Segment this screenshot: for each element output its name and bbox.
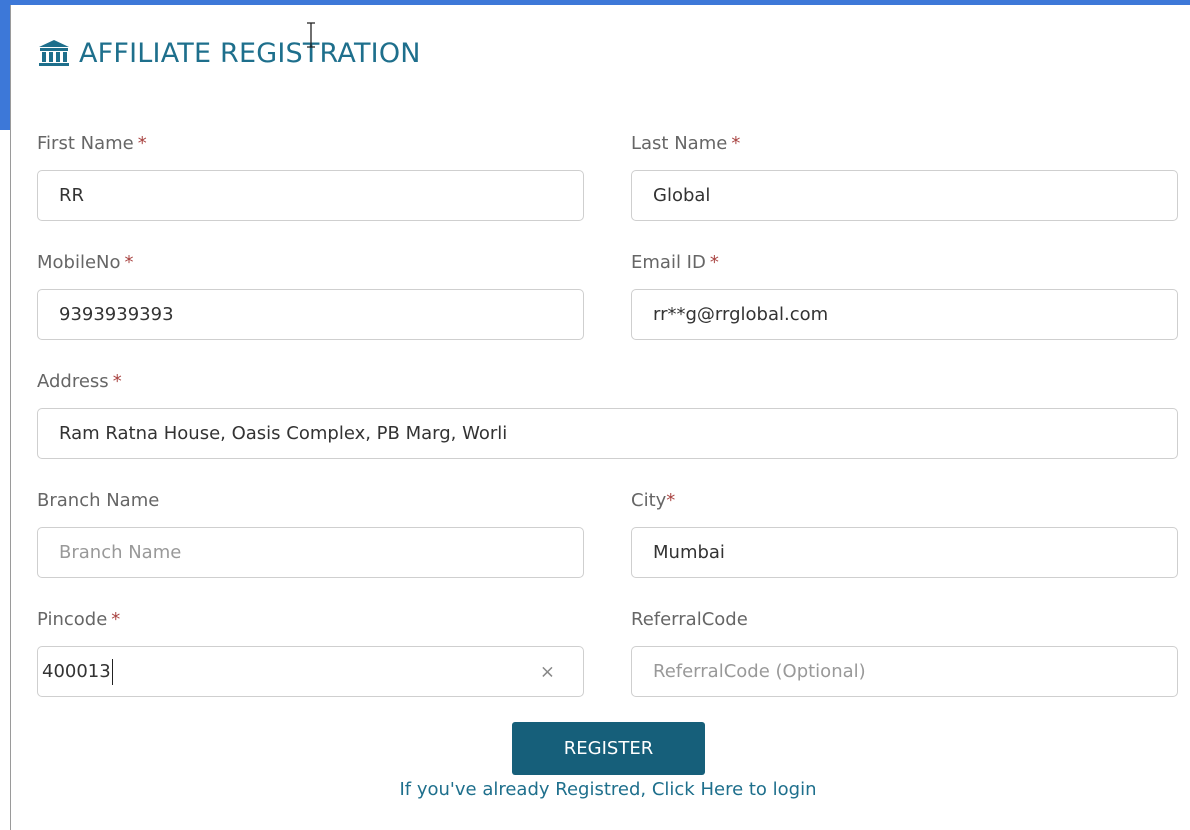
- last-name-input[interactable]: Global: [631, 170, 1178, 221]
- referral-placeholder: ReferralCode (Optional): [653, 661, 866, 682]
- required-marker: *: [124, 252, 134, 273]
- first-name-input[interactable]: RR: [37, 170, 584, 221]
- first-name-label: First Name *: [37, 133, 147, 154]
- required-marker: *: [137, 133, 147, 154]
- city-label: City*: [631, 490, 676, 511]
- email-input[interactable]: rr**g@rrglobal.com: [631, 289, 1178, 340]
- address-input[interactable]: Ram Ratna House, Oasis Complex, PB Marg,…: [37, 408, 1178, 459]
- last-name-label: Last Name *: [631, 133, 741, 154]
- required-marker: *: [731, 133, 741, 154]
- mobile-input[interactable]: 9393939393: [37, 289, 584, 340]
- address-label: Address *: [37, 371, 122, 392]
- text-caret: [111, 658, 114, 685]
- required-marker: *: [111, 609, 121, 630]
- pincode-input[interactable]: 400013 ×: [37, 646, 584, 697]
- branch-label: Branch Name: [37, 490, 160, 511]
- required-marker: *: [709, 252, 719, 273]
- bank-icon: [39, 40, 69, 66]
- required-marker: *: [666, 490, 676, 511]
- city-input[interactable]: Mumbai: [631, 527, 1178, 578]
- login-link[interactable]: If you've already Registred, Click Here …: [11, 779, 1190, 800]
- form-title: AFFILIATE REGISTRATION: [37, 33, 421, 73]
- email-label: Email ID *: [631, 252, 719, 273]
- mouse-ibeam-cursor-icon: [307, 22, 315, 48]
- register-button[interactable]: REGISTER: [512, 722, 705, 775]
- required-marker: *: [112, 371, 122, 392]
- pincode-label: Pincode *: [37, 609, 121, 630]
- referral-input[interactable]: ReferralCode (Optional): [631, 646, 1178, 697]
- branch-placeholder: Branch Name: [59, 542, 182, 563]
- branch-input[interactable]: Branch Name: [37, 527, 584, 578]
- mobile-label: MobileNo *: [37, 252, 134, 273]
- clear-icon[interactable]: ×: [540, 661, 555, 682]
- referral-label: ReferralCode: [631, 609, 748, 630]
- form-title-text: AFFILIATE REGISTRATION: [79, 37, 421, 69]
- registration-modal: AFFILIATE REGISTRATION First Name * RR La…: [10, 5, 1190, 830]
- background-blue-panel: [0, 0, 10, 130]
